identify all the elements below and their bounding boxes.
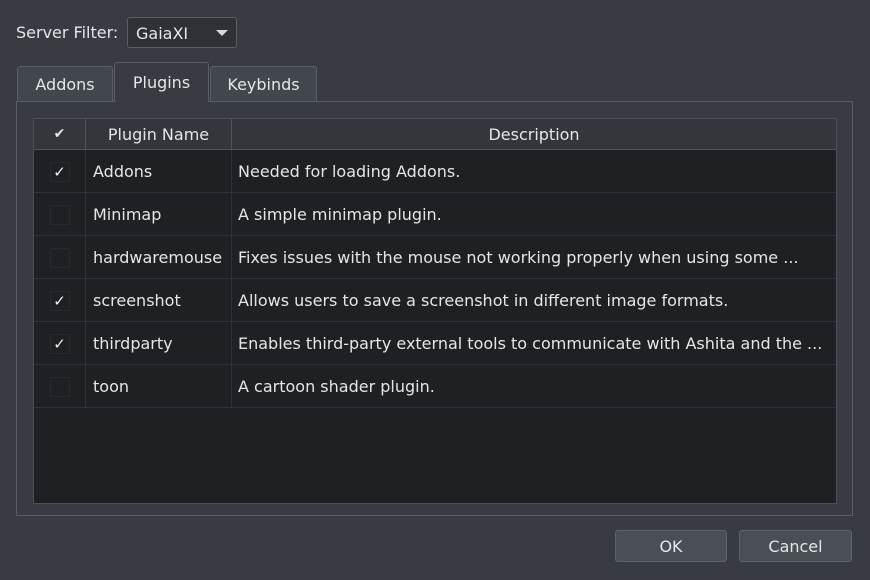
table-row[interactable]: Minimap A simple minimap plugin. bbox=[34, 193, 836, 236]
plugin-name: Minimap bbox=[86, 193, 232, 236]
table-row[interactable]: ✓ screenshot Allows users to save a scre… bbox=[34, 279, 836, 322]
enable-checkbox[interactable]: ✓ bbox=[49, 161, 70, 182]
enable-checkbox[interactable] bbox=[49, 376, 70, 397]
server-filter-value: GaiaXI bbox=[136, 24, 189, 43]
plugin-name: toon bbox=[86, 365, 232, 408]
plugin-description: A simple minimap plugin. bbox=[238, 205, 442, 224]
plugins-table: ✔ Plugin Name Description ✓ Addons Neede… bbox=[33, 118, 837, 504]
tab-addons[interactable]: Addons bbox=[17, 66, 113, 101]
header-plugin-name[interactable]: Plugin Name bbox=[86, 119, 232, 149]
table-row[interactable]: ✓ Addons Needed for loading Addons. bbox=[34, 150, 836, 193]
plugin-name: thirdparty bbox=[86, 322, 232, 365]
table-row[interactable]: ✓ thirdparty Enables third-party externa… bbox=[34, 322, 836, 365]
tab-plugins[interactable]: Plugins bbox=[114, 62, 209, 102]
ok-button[interactable]: OK bbox=[615, 530, 727, 562]
plugin-description: Enables third-party external tools to co… bbox=[238, 334, 823, 353]
tab-keybinds[interactable]: Keybinds bbox=[210, 66, 317, 101]
server-filter-label: Server Filter: bbox=[16, 23, 119, 42]
enable-checkbox[interactable] bbox=[49, 204, 70, 225]
plugin-name: screenshot bbox=[86, 279, 232, 322]
header-description[interactable]: Description bbox=[232, 119, 836, 149]
plugin-description: Fixes issues with the mouse not working … bbox=[238, 248, 799, 267]
plugin-name: hardwaremouse bbox=[86, 236, 232, 279]
plugins-panel: ✔ Plugin Name Description ✓ Addons Neede… bbox=[16, 101, 853, 516]
server-filter-select[interactable]: GaiaXI bbox=[127, 17, 237, 48]
enable-checkbox[interactable]: ✓ bbox=[49, 290, 70, 311]
chevron-down-icon bbox=[216, 30, 228, 36]
cancel-button[interactable]: Cancel bbox=[739, 530, 852, 562]
table-row[interactable]: hardwaremouse Fixes issues with the mous… bbox=[34, 236, 836, 279]
plugin-description: Needed for loading Addons. bbox=[238, 162, 461, 181]
table-header: ✔ Plugin Name Description bbox=[34, 119, 836, 150]
plugin-name: Addons bbox=[86, 150, 232, 193]
plugin-manager-dialog: Server Filter: GaiaXI Addons Plugins Key… bbox=[0, 0, 870, 580]
enable-checkbox[interactable]: ✓ bbox=[49, 333, 70, 354]
plugin-description: Allows users to save a screenshot in dif… bbox=[238, 291, 729, 310]
plugin-description: A cartoon shader plugin. bbox=[238, 377, 435, 396]
header-enabled-column[interactable]: ✔ bbox=[34, 119, 86, 149]
enable-checkbox[interactable] bbox=[49, 247, 70, 268]
table-row[interactable]: toon A cartoon shader plugin. bbox=[34, 365, 836, 408]
